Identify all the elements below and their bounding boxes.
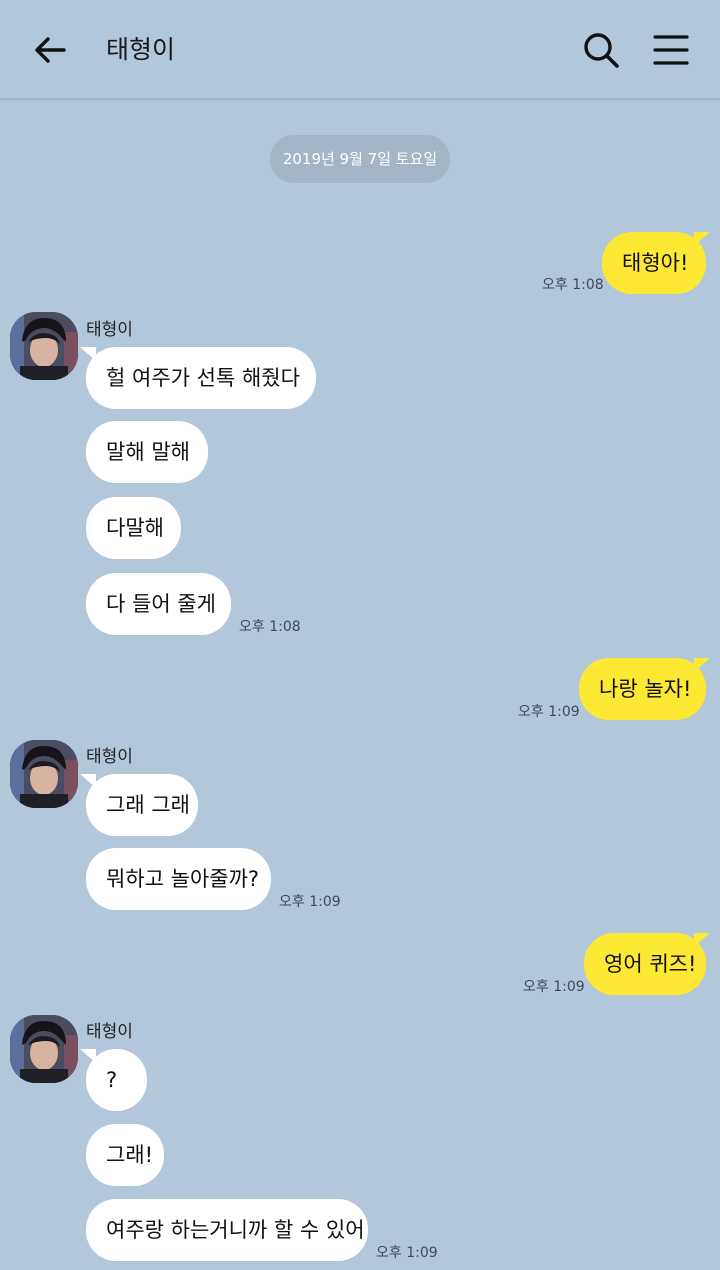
sender-name: 태형이 (86, 1022, 133, 1042)
message-bubble-incoming[interactable]: 여주랑 하는거니까 할 수 있어 (86, 1199, 368, 1261)
message-time: 오후 1:09 (518, 704, 580, 720)
message-bubble-incoming[interactable]: 헐 여주가 선톡 해줬다 (86, 347, 316, 409)
message-time: 오후 1:09 (523, 979, 585, 995)
message-bubble-outgoing[interactable]: 나랑 놀자! (579, 658, 706, 720)
arrow-left-icon (35, 37, 66, 63)
menu-button[interactable] (652, 31, 690, 69)
avatar[interactable] (10, 740, 78, 808)
message-time: 오후 1:09 (376, 1245, 438, 1261)
avatar[interactable] (10, 1015, 78, 1083)
bubble-tail (80, 1049, 96, 1063)
message-time: 오후 1:08 (239, 619, 301, 635)
profile-photo-icon (10, 312, 78, 380)
bubble-tail (80, 774, 96, 788)
bubble-tail (694, 933, 710, 947)
profile-photo-icon (10, 740, 78, 808)
message-bubble-incoming[interactable]: 다말해 (86, 497, 181, 559)
sender-name: 태형이 (86, 320, 133, 340)
profile-photo-icon (10, 1015, 78, 1083)
message-time: 오후 1:08 (542, 277, 604, 293)
date-divider: 2019년 9월 7일 토요일 (270, 135, 450, 183)
message-bubble-incoming[interactable]: 말해 말해 (86, 421, 208, 483)
bubble-tail (694, 658, 710, 672)
sender-name: 태형이 (86, 747, 133, 767)
bubble-tail (694, 232, 710, 246)
bubble-tail (80, 347, 96, 361)
message-bubble-incoming[interactable]: 그래! (86, 1124, 164, 1186)
search-icon (584, 33, 619, 68)
search-button[interactable] (580, 29, 622, 71)
back-button[interactable] (30, 30, 70, 70)
menu-icon (653, 35, 689, 65)
message-bubble-outgoing[interactable]: 영어 퀴즈! (584, 933, 706, 995)
message-time: 오후 1:09 (279, 894, 341, 910)
message-bubble-incoming[interactable]: 뭐하고 놀아줄까? (86, 848, 271, 910)
avatar[interactable] (10, 312, 78, 380)
message-bubble-outgoing[interactable]: 태형아! (602, 232, 706, 294)
message-bubble-incoming[interactable]: 그래 그래 (86, 774, 198, 836)
chat-header: 태형이 (0, 0, 720, 99)
message-bubble-incoming[interactable]: 다 들어 줄게 (86, 573, 231, 635)
chat-title: 태형이 (106, 35, 176, 64)
